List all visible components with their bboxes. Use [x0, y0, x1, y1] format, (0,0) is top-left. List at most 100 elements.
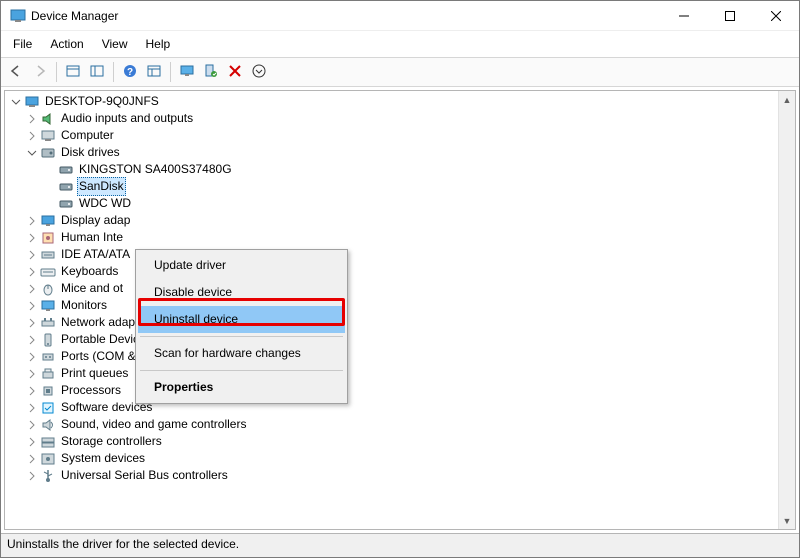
tree-node[interactable]: Software devices — [7, 399, 778, 416]
expand-icon[interactable] — [25, 384, 39, 398]
toolbar-separator — [56, 62, 57, 82]
network-icon — [40, 315, 56, 331]
sound-icon — [40, 417, 56, 433]
status-text: Uninstalls the driver for the selected d… — [7, 537, 239, 551]
toolbar-separator — [170, 62, 171, 82]
cpu-icon — [40, 383, 56, 399]
collapse-icon[interactable] — [9, 95, 23, 109]
expand-icon[interactable] — [25, 333, 39, 347]
tree-node[interactable]: Portable Devices — [7, 331, 778, 348]
expand-icon[interactable] — [25, 401, 39, 415]
ctx-scan-hardware[interactable]: Scan for hardware changes — [138, 340, 345, 367]
expand-icon[interactable] — [25, 214, 39, 228]
ctx-update-driver[interactable]: Update driver — [138, 252, 345, 279]
toolbar-back-button[interactable] — [5, 61, 27, 83]
tree-node[interactable]: Human Inte — [7, 229, 778, 246]
maximize-button[interactable] — [707, 1, 753, 31]
tree-node-label: Disk drives — [59, 144, 122, 161]
tree-node[interactable]: Computer — [7, 127, 778, 144]
close-button[interactable] — [753, 1, 799, 31]
tree-node[interactable]: Audio inputs and outputs — [7, 110, 778, 127]
expand-icon[interactable] — [25, 146, 39, 160]
tree-child-label: WDC WD — [77, 195, 133, 212]
expand-icon[interactable] — [25, 316, 39, 330]
tree-node-label: Processors — [59, 382, 123, 399]
menu-view[interactable]: View — [100, 35, 130, 53]
context-menu: Update driver Disable device Uninstall d… — [135, 249, 348, 404]
portable-icon — [40, 332, 56, 348]
tree-node-label: Universal Serial Bus controllers — [59, 467, 230, 484]
ide-icon — [40, 247, 56, 263]
expand-icon[interactable] — [25, 418, 39, 432]
scroll-up-icon[interactable]: ▲ — [779, 91, 795, 108]
toolbar-pane3-button[interactable] — [143, 61, 165, 83]
tree-node[interactable]: Print queues — [7, 365, 778, 382]
remove-icon — [228, 64, 242, 81]
tree-root[interactable]: DESKTOP-9Q0JNFS — [7, 93, 778, 110]
expand-icon[interactable] — [25, 469, 39, 483]
tree-node[interactable]: Universal Serial Bus controllers — [7, 467, 778, 484]
device-tree[interactable]: DESKTOP-9Q0JNFS Audio inputs and outputs… — [5, 91, 778, 529]
tree-child-node[interactable]: SanDisk — [7, 178, 778, 195]
tree-node[interactable]: Sound, video and game controllers — [7, 416, 778, 433]
tree-root-label: DESKTOP-9Q0JNFS — [43, 93, 161, 110]
ctx-disable-device[interactable]: Disable device — [138, 279, 345, 306]
expand-icon[interactable] — [25, 265, 39, 279]
expand-icon[interactable] — [25, 299, 39, 313]
toolbar-monitor-button[interactable] — [176, 61, 198, 83]
toolbar-pane2-button[interactable] — [86, 61, 108, 83]
tree-node[interactable]: Keyboards — [7, 263, 778, 280]
toolbar-extra-button[interactable] — [248, 61, 270, 83]
system-icon — [40, 451, 56, 467]
content-area: DESKTOP-9Q0JNFS Audio inputs and outputs… — [4, 90, 796, 530]
tree-node-label: Mice and ot — [59, 280, 125, 297]
ctx-separator — [140, 370, 343, 371]
ctx-uninstall-device[interactable]: Uninstall device — [138, 306, 345, 333]
expand-icon[interactable] — [25, 435, 39, 449]
expand-icon[interactable] — [25, 112, 39, 126]
tree-child-node[interactable]: KINGSTON SA400S37480G — [7, 161, 778, 178]
expand-icon[interactable] — [25, 282, 39, 296]
menu-help[interactable]: Help — [144, 35, 173, 53]
vertical-scrollbar[interactable]: ▲ ▼ — [778, 91, 795, 529]
window-title: Device Manager — [29, 9, 118, 23]
toolbar-help-button[interactable]: ? — [119, 61, 141, 83]
tree-node[interactable]: Processors — [7, 382, 778, 399]
expand-icon[interactable] — [25, 367, 39, 381]
tree-node-label: Monitors — [59, 297, 109, 314]
tree-child-node[interactable]: WDC WD — [7, 195, 778, 212]
expand-icon[interactable] — [25, 452, 39, 466]
toolbar-forward-button[interactable] — [29, 61, 51, 83]
expand-icon[interactable] — [25, 350, 39, 364]
software-icon — [40, 400, 56, 416]
ctx-separator — [140, 336, 343, 337]
scan-icon — [204, 64, 218, 81]
tree-node-label: Keyboards — [59, 263, 120, 280]
help-icon: ? — [123, 64, 137, 81]
tree-node[interactable]: Network adapters — [7, 314, 778, 331]
app-icon — [10, 8, 26, 24]
expand-icon[interactable] — [25, 231, 39, 245]
hid-icon — [40, 230, 56, 246]
titlebar: Device Manager — [1, 1, 799, 31]
tree-node-label: Display adap — [59, 212, 132, 229]
tree-node[interactable]: Monitors — [7, 297, 778, 314]
tree-node[interactable]: Disk drives — [7, 144, 778, 161]
expand-icon[interactable] — [25, 129, 39, 143]
tree-child-label: KINGSTON SA400S37480G — [77, 161, 234, 178]
menu-action[interactable]: Action — [48, 35, 85, 53]
tree-node[interactable]: Display adap — [7, 212, 778, 229]
tree-node[interactable]: Ports (COM & LPT) — [7, 348, 778, 365]
minimize-button[interactable] — [661, 1, 707, 31]
tree-node[interactable]: IDE ATA/ATA — [7, 246, 778, 263]
scroll-down-icon[interactable]: ▼ — [779, 512, 795, 529]
toolbar-remove-button[interactable] — [224, 61, 246, 83]
expand-icon[interactable] — [25, 248, 39, 262]
tree-node[interactable]: Storage controllers — [7, 433, 778, 450]
tree-node[interactable]: System devices — [7, 450, 778, 467]
tree-node[interactable]: Mice and ot — [7, 280, 778, 297]
toolbar-scan-button[interactable] — [200, 61, 222, 83]
toolbar-pane1-button[interactable] — [62, 61, 84, 83]
menu-file[interactable]: File — [11, 35, 34, 53]
ctx-properties[interactable]: Properties — [138, 374, 345, 401]
